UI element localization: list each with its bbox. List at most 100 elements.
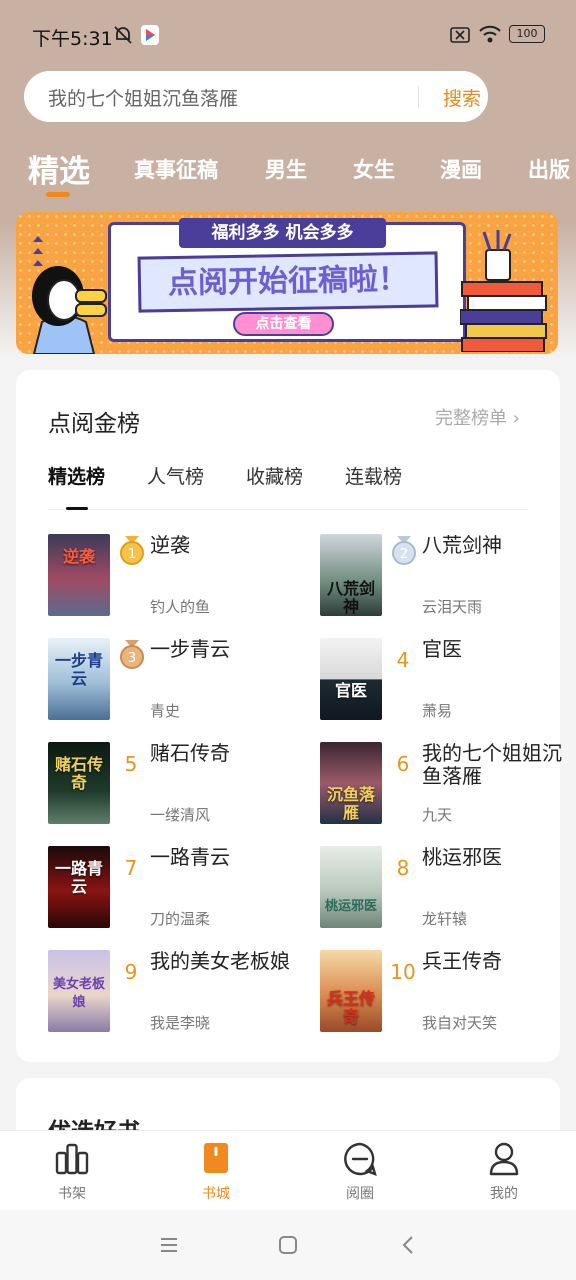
silver-medal-icon: 2: [392, 536, 416, 565]
nav-bookstore[interactable]: 书城: [168, 1131, 264, 1211]
tab-true-story[interactable]: 真事征稿: [134, 154, 218, 184]
promo-banner[interactable]: 福利多多 机会多多 点阅开始征稿啦！ 点击查看: [16, 212, 558, 354]
book-author: 青史: [150, 702, 181, 720]
chat-icon: [344, 1142, 377, 1176]
book-author: 刀的温柔: [150, 910, 211, 928]
tab-publishing[interactable]: 出版: [528, 154, 570, 184]
search-button[interactable]: 搜索: [443, 84, 481, 111]
banner-headline: 点阅开始征稿啦！: [137, 251, 439, 313]
sim-off-icon: [450, 27, 470, 43]
tab-serial-rank[interactable]: 连载榜: [345, 462, 402, 489]
book-item[interactable]: 一步青云 3 一步青云 青史: [48, 638, 308, 720]
back-icon[interactable]: [398, 1234, 420, 1256]
book-author: 九天: [422, 806, 453, 824]
search-divider: [418, 86, 419, 108]
menu-icon[interactable]: [158, 1234, 180, 1256]
book-cover: 兵王传奇: [320, 950, 382, 1032]
search-bar[interactable]: 我的七个姐姐沉鱼落雁 搜索: [24, 71, 488, 122]
book-title: 一步青云: [150, 637, 230, 661]
nav-bookshelf[interactable]: 书架: [24, 1131, 120, 1211]
nav-label: 我的: [490, 1186, 518, 1202]
bookshelf-icon: [55, 1143, 89, 1175]
book-title: 兵王传奇: [422, 949, 502, 973]
rank-number: 5: [124, 752, 138, 776]
tab-female[interactable]: 女生: [353, 154, 395, 184]
rank-number: 7: [124, 856, 138, 880]
book-item[interactable]: 沉鱼落雁 6 我的七个姐姐沉鱼落雁 九天: [320, 742, 576, 824]
battery-icon: 100: [509, 25, 545, 43]
book-cover: 一路青云: [48, 846, 110, 928]
profile-icon: [489, 1142, 519, 1176]
book-cover: 美女老板娘: [48, 950, 110, 1032]
book-author: 萧易: [422, 702, 453, 720]
rank-number: 9: [124, 960, 138, 984]
svg-text:1: 1: [128, 547, 136, 562]
book-cover: 八荒剑神: [320, 534, 382, 616]
full-list-link[interactable]: 完整榜单 ›: [435, 404, 520, 430]
gold-medal-icon: 1: [120, 536, 144, 565]
rank-number: 4: [396, 648, 410, 672]
book-item[interactable]: 官医 4 官医 萧易: [320, 638, 576, 720]
rank-number: 10: [390, 960, 416, 984]
status-time: 下午5:31: [32, 28, 113, 50]
svg-text:2: 2: [400, 547, 408, 562]
book-author: 一缕清风: [150, 806, 211, 824]
ranking-card: 点阅金榜 完整榜单 › 精选榜 人气榜 收藏榜 连载榜 逆袭 1 逆袭 钓人的鱼…: [16, 370, 562, 1062]
book-item[interactable]: 逆袭 1 逆袭 钓人的鱼: [48, 534, 308, 616]
book-title: 官医: [422, 637, 462, 661]
book-author: 我是李晓: [150, 1014, 211, 1032]
book-author: 我自对天笑: [422, 1014, 498, 1032]
book-item[interactable]: 一路青云 7 一路青云 刀的温柔: [48, 846, 308, 928]
nav-profile[interactable]: 我的: [456, 1131, 552, 1211]
tab-featured[interactable]: 精选: [28, 146, 90, 191]
book-item[interactable]: 桃运邪医 8 桃运邪医 龙轩辕: [320, 846, 576, 928]
book-title: 逆袭: [150, 533, 190, 557]
book-cover: 赌石传奇: [48, 742, 110, 824]
nav-label: 阅圈: [346, 1186, 374, 1202]
tab-comics[interactable]: 漫画: [440, 154, 482, 184]
status-bar: 下午5:31 100: [0, 0, 576, 70]
bookstore-icon: [204, 1143, 228, 1173]
book-cover: 桃运邪医: [320, 846, 382, 928]
book-title: 八荒剑神: [422, 533, 502, 557]
girl-with-binoculars-illustration: [32, 266, 107, 354]
book-cover: 一步青云: [48, 638, 110, 720]
book-author: 龙轩辕: [422, 910, 468, 928]
book-item[interactable]: 赌石传奇 5 赌石传奇 一缕清风: [48, 742, 308, 824]
ranking-title: 点阅金榜: [48, 411, 140, 437]
book-cover: 官医: [320, 638, 382, 720]
banner-ribbon: 福利多多 机会多多: [179, 218, 386, 248]
book-title: 一路青云: [150, 845, 230, 869]
book-author: 云泪天雨: [422, 598, 483, 616]
tab-male[interactable]: 男生: [265, 154, 307, 184]
book-title: 我的美女老板娘: [150, 949, 290, 973]
rank-number: 6: [396, 752, 410, 776]
mute-bell-icon: [114, 26, 132, 44]
book-item[interactable]: 八荒剑神 2 八荒剑神 云泪天雨: [320, 534, 576, 616]
app-play-icon: [141, 25, 159, 45]
wifi-icon: [479, 25, 501, 43]
nav-label: 书架: [58, 1186, 86, 1202]
system-nav-bar: [0, 1210, 576, 1280]
nav-circle[interactable]: 阅圈: [312, 1131, 408, 1211]
bronze-medal-icon: 3: [120, 640, 144, 669]
svg-text:3: 3: [128, 651, 136, 666]
tab-favorites-rank[interactable]: 收藏榜: [246, 462, 303, 489]
category-tabs: 精选 真事征稿 男生 女生 漫画 出版: [0, 140, 576, 200]
tab-featured-rank[interactable]: 精选榜: [48, 462, 105, 489]
book-cover: 逆袭: [48, 534, 110, 616]
book-title: 桃运邪医: [422, 845, 502, 869]
home-icon[interactable]: [277, 1234, 299, 1256]
books-stack-illustration: [460, 230, 547, 352]
rank-tab-indicator: [66, 507, 88, 510]
tab-popular-rank[interactable]: 人气榜: [147, 462, 204, 489]
banner-view-button[interactable]: 点击查看: [233, 312, 334, 336]
book-cover: 沉鱼落雁: [320, 742, 382, 824]
rank-number: 8: [396, 856, 410, 880]
search-input[interactable]: 我的七个姐姐沉鱼落雁: [48, 84, 238, 111]
book-item[interactable]: 美女老板娘 9 我的美女老板娘 我是李晓: [48, 950, 308, 1032]
book-title: 我的七个姐姐沉鱼落雁: [422, 741, 562, 788]
book-item[interactable]: 兵王传奇 10 兵王传奇 我自对天笑: [320, 950, 576, 1032]
bottom-nav: 书架 书城 阅圈 我的: [0, 1130, 576, 1210]
ranking-tabs: 精选榜 人气榜 收藏榜 连载榜: [48, 460, 528, 510]
